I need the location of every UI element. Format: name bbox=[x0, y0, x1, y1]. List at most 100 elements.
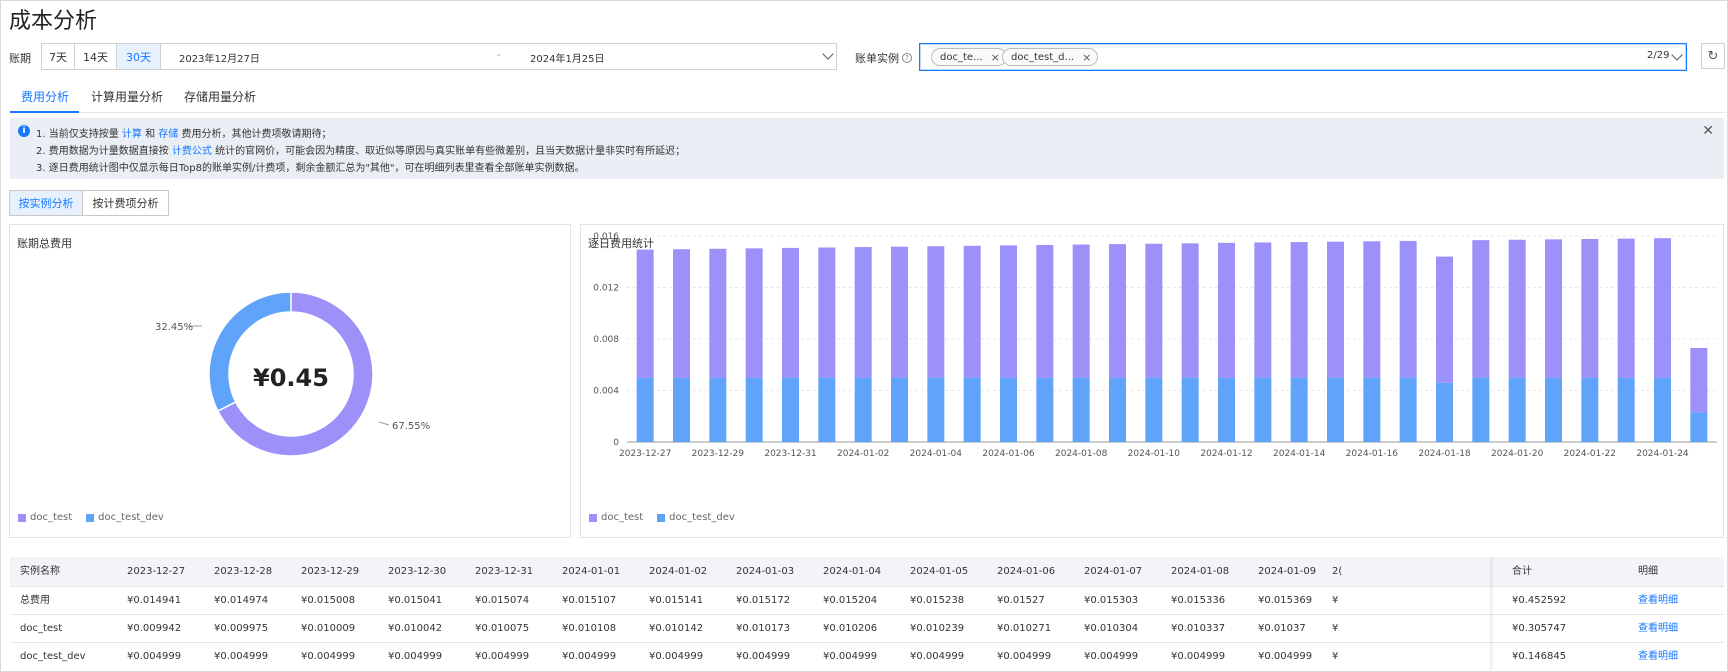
instance-label-group: 账单实例 ? bbox=[855, 50, 912, 66]
bar-doc-test[interactable] bbox=[709, 248, 727, 378]
refresh-button[interactable]: ↻ bbox=[1701, 43, 1725, 69]
close-icon[interactable]: × bbox=[991, 51, 1000, 64]
bar-doc-test[interactable] bbox=[1436, 256, 1453, 383]
cost-cell: ¥0.015369 bbox=[1258, 595, 1313, 606]
help-icon[interactable]: ? bbox=[902, 53, 912, 63]
bar-doc-test[interactable] bbox=[891, 246, 908, 378]
bar-doc-test-dev[interactable] bbox=[854, 377, 872, 442]
close-icon[interactable]: ✕ bbox=[1702, 123, 1714, 139]
bar-doc-test[interactable] bbox=[1654, 238, 1671, 378]
bar-doc-test-dev[interactable] bbox=[782, 377, 799, 442]
bar-doc-test-dev[interactable] bbox=[963, 377, 981, 442]
bar-doc-test-dev[interactable] bbox=[1581, 377, 1599, 442]
bar-doc-test-dev[interactable] bbox=[891, 377, 908, 442]
bar-doc-test-dev[interactable] bbox=[1254, 377, 1272, 442]
view-detail-link[interactable]: 查看明细 bbox=[1638, 587, 1678, 615]
period-30d-button[interactable]: 30天 bbox=[117, 44, 161, 69]
bar-doc-test[interactable] bbox=[1545, 239, 1562, 378]
bar-doc-test-dev[interactable] bbox=[1545, 377, 1562, 442]
bar-doc-test-dev[interactable] bbox=[1000, 377, 1017, 442]
bar-doc-test-dev[interactable] bbox=[1508, 377, 1526, 442]
bar-doc-test[interactable] bbox=[818, 247, 836, 378]
bar-doc-test-dev[interactable] bbox=[818, 377, 836, 442]
tab-storage-usage[interactable]: 存储用量分析 bbox=[184, 88, 256, 105]
bar-doc-test[interactable] bbox=[1036, 244, 1054, 378]
bar-doc-test[interactable] bbox=[745, 248, 763, 378]
chevron-down-icon[interactable] bbox=[822, 48, 834, 60]
bar-doc-test[interactable] bbox=[782, 247, 799, 378]
tab-by-instance[interactable]: 按实例分析 bbox=[10, 191, 83, 215]
tab-by-billing-item[interactable]: 按计费项分析 bbox=[83, 191, 168, 215]
bar-doc-test-dev[interactable] bbox=[1218, 377, 1235, 442]
legend-item[interactable]: doc_test_dev bbox=[657, 512, 735, 523]
bar-doc-test-dev[interactable] bbox=[1654, 377, 1671, 442]
column-header-date: 2024-01-03 bbox=[736, 566, 795, 577]
bar-doc-test[interactable] bbox=[673, 249, 690, 378]
legend-item[interactable]: doc_test bbox=[18, 512, 72, 523]
bar-doc-test[interactable] bbox=[1290, 242, 1308, 378]
bar-doc-test-dev[interactable] bbox=[1327, 377, 1344, 442]
legend-item[interactable]: doc_test_dev bbox=[86, 512, 164, 523]
bar-doc-test-dev[interactable] bbox=[1363, 377, 1381, 442]
tab-cost-analysis[interactable]: 费用分析 bbox=[21, 88, 69, 105]
view-detail-link[interactable]: 查看明细 bbox=[1638, 643, 1678, 670]
bar-doc-test[interactable] bbox=[1399, 240, 1417, 378]
bar-doc-test[interactable] bbox=[1145, 243, 1163, 378]
bar-doc-test-dev[interactable] bbox=[1072, 377, 1090, 442]
period-label: 账期 bbox=[9, 52, 31, 65]
bar-doc-test-dev[interactable] bbox=[1036, 377, 1054, 442]
bar-doc-test-dev[interactable] bbox=[636, 377, 654, 442]
daily-cost-chart: 0 0.004 0.008 0.012 0.016 2023-12-27 2023-12-2… bbox=[593, 232, 1717, 459]
close-icon[interactable]: × bbox=[1082, 51, 1091, 64]
cost-cell: ¥ bbox=[1332, 623, 1339, 634]
date-start-field[interactable]: 2023年12月27日 bbox=[179, 50, 260, 65]
bar-doc-test[interactable] bbox=[1581, 238, 1599, 378]
bar-doc-test-dev[interactable] bbox=[1399, 377, 1417, 442]
cost-cell: ¥0.009975 bbox=[214, 623, 269, 634]
bar-doc-test-dev[interactable] bbox=[1617, 377, 1635, 442]
bar-doc-test[interactable] bbox=[1000, 245, 1017, 378]
donut-slice-doc-test-dev[interactable] bbox=[208, 291, 292, 413]
date-end-field[interactable]: 2024年1月25日 bbox=[530, 50, 605, 65]
bar-doc-test[interactable] bbox=[927, 246, 945, 378]
x-tick-label: 2024-01-02 bbox=[837, 449, 889, 459]
bar-doc-test[interactable] bbox=[1472, 240, 1490, 378]
bar-doc-test[interactable] bbox=[1072, 244, 1090, 378]
bar-doc-test[interactable] bbox=[1690, 348, 1708, 413]
bar-doc-test[interactable] bbox=[963, 245, 981, 378]
bar-doc-test-dev[interactable] bbox=[1690, 412, 1708, 442]
bar-doc-test-dev[interactable] bbox=[745, 377, 763, 442]
bar-doc-test[interactable] bbox=[636, 249, 654, 378]
tab-compute-usage[interactable]: 计算用量分析 bbox=[91, 88, 163, 105]
bar-doc-test-dev[interactable] bbox=[673, 377, 690, 442]
bar-doc-test[interactable] bbox=[1218, 242, 1235, 378]
x-tick-label: 2024-01-16 bbox=[1346, 449, 1399, 459]
bar-doc-test[interactable] bbox=[1327, 241, 1344, 378]
bar-doc-test-dev[interactable] bbox=[1436, 382, 1453, 442]
bar-doc-test-dev[interactable] bbox=[1290, 377, 1308, 442]
cost-cell: ¥ bbox=[1332, 595, 1339, 606]
bar-doc-test[interactable] bbox=[1617, 238, 1635, 378]
storage-link[interactable]: 存储 bbox=[158, 129, 178, 140]
bar-doc-test-dev[interactable] bbox=[1472, 377, 1490, 442]
bar-doc-test[interactable] bbox=[1363, 241, 1381, 378]
bar-doc-test[interactable] bbox=[1181, 243, 1199, 378]
x-tick-label: 2024-01-12 bbox=[1200, 449, 1252, 459]
compute-link[interactable]: 计算 bbox=[122, 129, 142, 140]
bar-doc-test[interactable] bbox=[1508, 239, 1526, 378]
period-14d-button[interactable]: 14天 bbox=[75, 44, 117, 69]
bar-doc-test-dev[interactable] bbox=[927, 377, 945, 442]
pricing-formula-link[interactable]: 计费公式 bbox=[172, 146, 212, 157]
bar-doc-test[interactable] bbox=[854, 247, 872, 378]
period-7d-button[interactable]: 7天 bbox=[42, 44, 75, 69]
bar-doc-test[interactable] bbox=[1254, 242, 1272, 378]
bar-doc-test-dev[interactable] bbox=[1181, 377, 1199, 442]
chevron-down-icon[interactable] bbox=[1671, 49, 1683, 61]
bar-doc-test-dev[interactable] bbox=[709, 377, 727, 442]
bar-doc-test-dev[interactable] bbox=[1109, 377, 1126, 442]
view-detail-link[interactable]: 查看明细 bbox=[1638, 615, 1678, 643]
legend-item[interactable]: doc_test bbox=[589, 512, 643, 523]
bar-doc-test[interactable] bbox=[1109, 244, 1126, 378]
instance-select[interactable]: doc_te... × doc_test_d... × 2/29 bbox=[919, 43, 1687, 71]
bar-doc-test-dev[interactable] bbox=[1145, 377, 1163, 442]
